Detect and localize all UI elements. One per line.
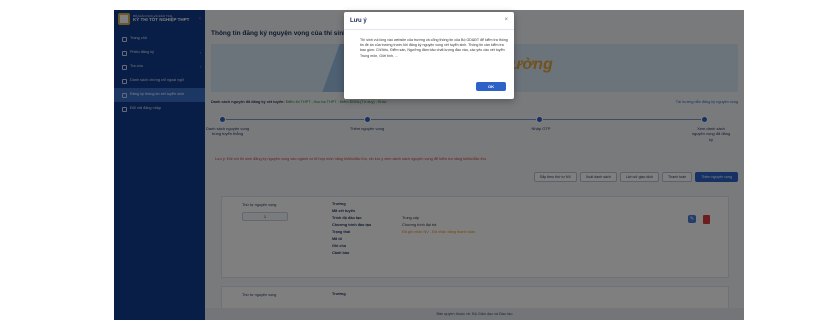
- ok-button[interactable]: OK: [476, 82, 506, 91]
- modal-body: Thí sinh vui lòng vào website của trường…: [360, 38, 508, 58]
- modal-divider: [344, 29, 514, 30]
- modal-title: Lưu ý: [350, 18, 367, 24]
- notice-modal: Lưu ý × Thí sinh vui lòng vào website củ…: [344, 12, 514, 99]
- close-icon[interactable]: ×: [504, 17, 508, 23]
